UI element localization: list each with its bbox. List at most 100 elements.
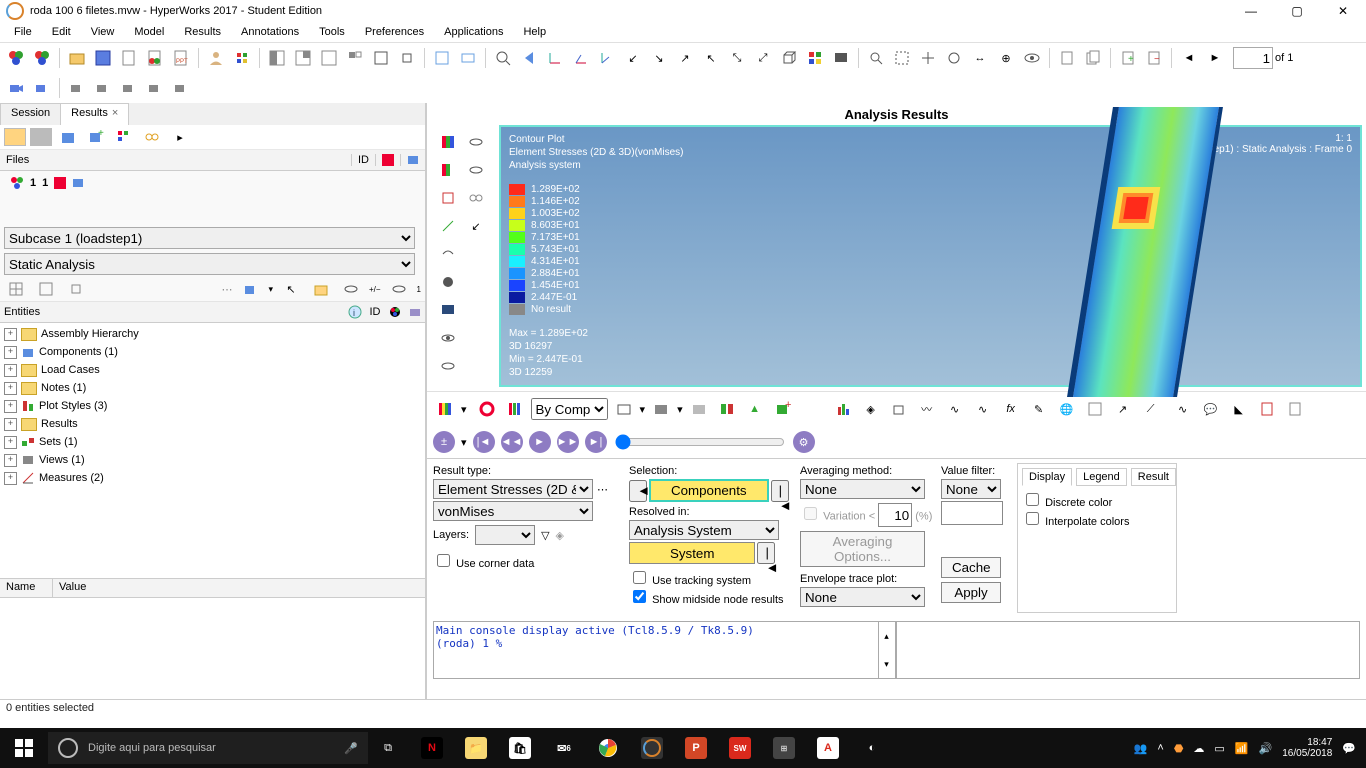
layout-icon-1[interactable] xyxy=(265,46,289,70)
selection-next-button[interactable]: |◄ xyxy=(771,480,789,502)
menu-help[interactable]: Help xyxy=(513,24,556,40)
palette3-icon[interactable] xyxy=(112,125,136,149)
prev-view-icon[interactable] xyxy=(517,46,541,70)
contour-btn-icon[interactable] xyxy=(433,397,457,421)
mic-icon[interactable]: 🎤 xyxy=(344,742,358,755)
close-button[interactable]: ✕ xyxy=(1320,0,1366,22)
curve2b-icon[interactable]: ∿ xyxy=(1171,397,1195,421)
resolved-select[interactable]: Analysis System xyxy=(629,520,779,540)
tree-sets[interactable]: +Sets (1) xyxy=(4,433,421,451)
cam-icon-1[interactable] xyxy=(4,76,28,100)
use-corner-checkbox[interactable] xyxy=(437,554,450,567)
pages-icon[interactable] xyxy=(1081,46,1105,70)
menu-file[interactable]: File xyxy=(4,24,42,40)
system-button[interactable]: System xyxy=(629,542,755,564)
colorbars-icon[interactable] xyxy=(503,397,527,421)
collapse-icon[interactable]: ▸ xyxy=(168,125,192,149)
eye-1-icon[interactable] xyxy=(387,277,411,301)
tab-results[interactable]: Results× xyxy=(60,103,129,125)
start-button[interactable] xyxy=(0,728,48,768)
curve3-icon[interactable]: ∿ xyxy=(971,397,995,421)
layout-icon-5[interactable] xyxy=(369,46,393,70)
tb-hyperworks[interactable] xyxy=(632,728,672,768)
mesh-wire-icon[interactable] xyxy=(612,397,636,421)
tracking-checkbox[interactable] xyxy=(633,571,646,584)
file-row[interactable]: 1 1 xyxy=(0,171,425,195)
globe-icon[interactable]: 🌐 xyxy=(1055,397,1079,421)
yellow-folder-icon[interactable] xyxy=(309,277,333,301)
rotate-icon[interactable] xyxy=(942,46,966,70)
cache-button[interactable]: Cache xyxy=(941,557,1001,578)
cam-icon-5[interactable] xyxy=(117,76,141,100)
tb-app2[interactable]: ◐ xyxy=(852,728,892,768)
tcl-console[interactable]: Main console display active (Tcl8.5.9 / … xyxy=(433,621,879,679)
filter-value-input[interactable] xyxy=(941,501,1003,525)
transparent-icon[interactable] xyxy=(687,397,711,421)
menu-annotations[interactable]: Annotations xyxy=(231,24,309,40)
eye-tool-3[interactable] xyxy=(463,129,489,155)
cube-icon[interactable] xyxy=(777,46,801,70)
tray-cloud-icon[interactable]: ☁ xyxy=(1193,742,1204,755)
frame-slider[interactable] xyxy=(615,434,785,450)
fit-icon[interactable] xyxy=(491,46,515,70)
interpolate-checkbox[interactable] xyxy=(1026,512,1039,525)
layer-options-icon[interactable]: ◈ xyxy=(556,529,564,542)
tab-session[interactable]: Session xyxy=(0,103,61,125)
eye-tool-2[interactable] xyxy=(435,353,461,379)
pan-arrows-icon[interactable]: ↔ xyxy=(968,46,992,70)
page-del-icon[interactable]: − xyxy=(1142,46,1166,70)
result-type-select[interactable]: Element Stresses (2D & 3D) (t) xyxy=(433,479,593,499)
tray-battery-icon[interactable]: ▭ xyxy=(1214,742,1224,755)
tab-legend[interactable]: Legend xyxy=(1076,468,1127,486)
maximize-button[interactable]: ▢ xyxy=(1274,0,1320,22)
clients-icon-2[interactable] xyxy=(30,46,54,70)
components-button[interactable]: Components xyxy=(649,479,769,502)
window-icon-2[interactable] xyxy=(456,46,480,70)
axis-icon-8[interactable]: ⤡ xyxy=(725,46,749,70)
link-tool-icon[interactable] xyxy=(463,185,489,211)
tb-store[interactable]: 🛍 xyxy=(500,728,540,768)
cam-icon-4[interactable] xyxy=(91,76,115,100)
eye-tool-1[interactable] xyxy=(435,325,461,351)
cube3-icon[interactable] xyxy=(887,397,911,421)
filter-select[interactable]: None xyxy=(941,479,1001,499)
file-icon[interactable] xyxy=(117,46,141,70)
page-next-icon[interactable]: ► xyxy=(1203,46,1227,70)
axis-yz-icon[interactable] xyxy=(595,46,619,70)
tree-views[interactable]: +Views (1) xyxy=(4,451,421,469)
section-icon[interactable]: ⟋ xyxy=(1139,397,1163,421)
close-tab-icon[interactable]: × xyxy=(112,107,118,119)
colorwheel-icon[interactable] xyxy=(475,397,499,421)
menu-model[interactable]: Model xyxy=(124,24,174,40)
component-select[interactable]: vonMises xyxy=(433,501,593,521)
save-icon[interactable] xyxy=(91,46,115,70)
page-prev-icon[interactable]: ◄ xyxy=(1177,46,1201,70)
mesh-shaded-icon[interactable] xyxy=(649,397,673,421)
tree-loadcases[interactable]: +Load Cases xyxy=(4,361,421,379)
axis-icon-5[interactable]: ↘ xyxy=(647,46,671,70)
palette2-icon[interactable] xyxy=(803,46,827,70)
spectrum-icon[interactable] xyxy=(803,397,827,421)
system-nav-button[interactable]: |◄ xyxy=(757,542,775,564)
layout-icon-2[interactable] xyxy=(291,46,315,70)
user-icon[interactable] xyxy=(204,46,228,70)
file-ppt-icon[interactable]: PPT xyxy=(169,46,193,70)
page-icon[interactable] xyxy=(1055,46,1079,70)
iso-tool-icon[interactable] xyxy=(435,157,461,183)
blue-cube-icon[interactable] xyxy=(56,125,80,149)
console-scroll-down[interactable]: ▾ xyxy=(879,650,895,678)
tab-display[interactable]: Display xyxy=(1022,468,1072,486)
add-box-icon[interactable]: + xyxy=(771,397,795,421)
tray-notifications-icon[interactable]: 💬 xyxy=(1342,742,1356,755)
console-scroll-up[interactable]: ▴ xyxy=(879,622,895,650)
note-icon[interactable] xyxy=(1083,397,1107,421)
menu-edit[interactable]: Edit xyxy=(42,24,81,40)
arrow-tool-icon[interactable]: ↙ xyxy=(463,213,489,239)
tb-chrome[interactable] xyxy=(588,728,628,768)
layout-icon-3[interactable] xyxy=(317,46,341,70)
axis-xy-icon[interactable] xyxy=(543,46,567,70)
monitor-tool-icon[interactable] xyxy=(435,297,461,323)
message-log[interactable] xyxy=(896,621,1361,679)
eye-toggle-icon[interactable] xyxy=(339,277,363,301)
palette-icon[interactable] xyxy=(230,46,254,70)
